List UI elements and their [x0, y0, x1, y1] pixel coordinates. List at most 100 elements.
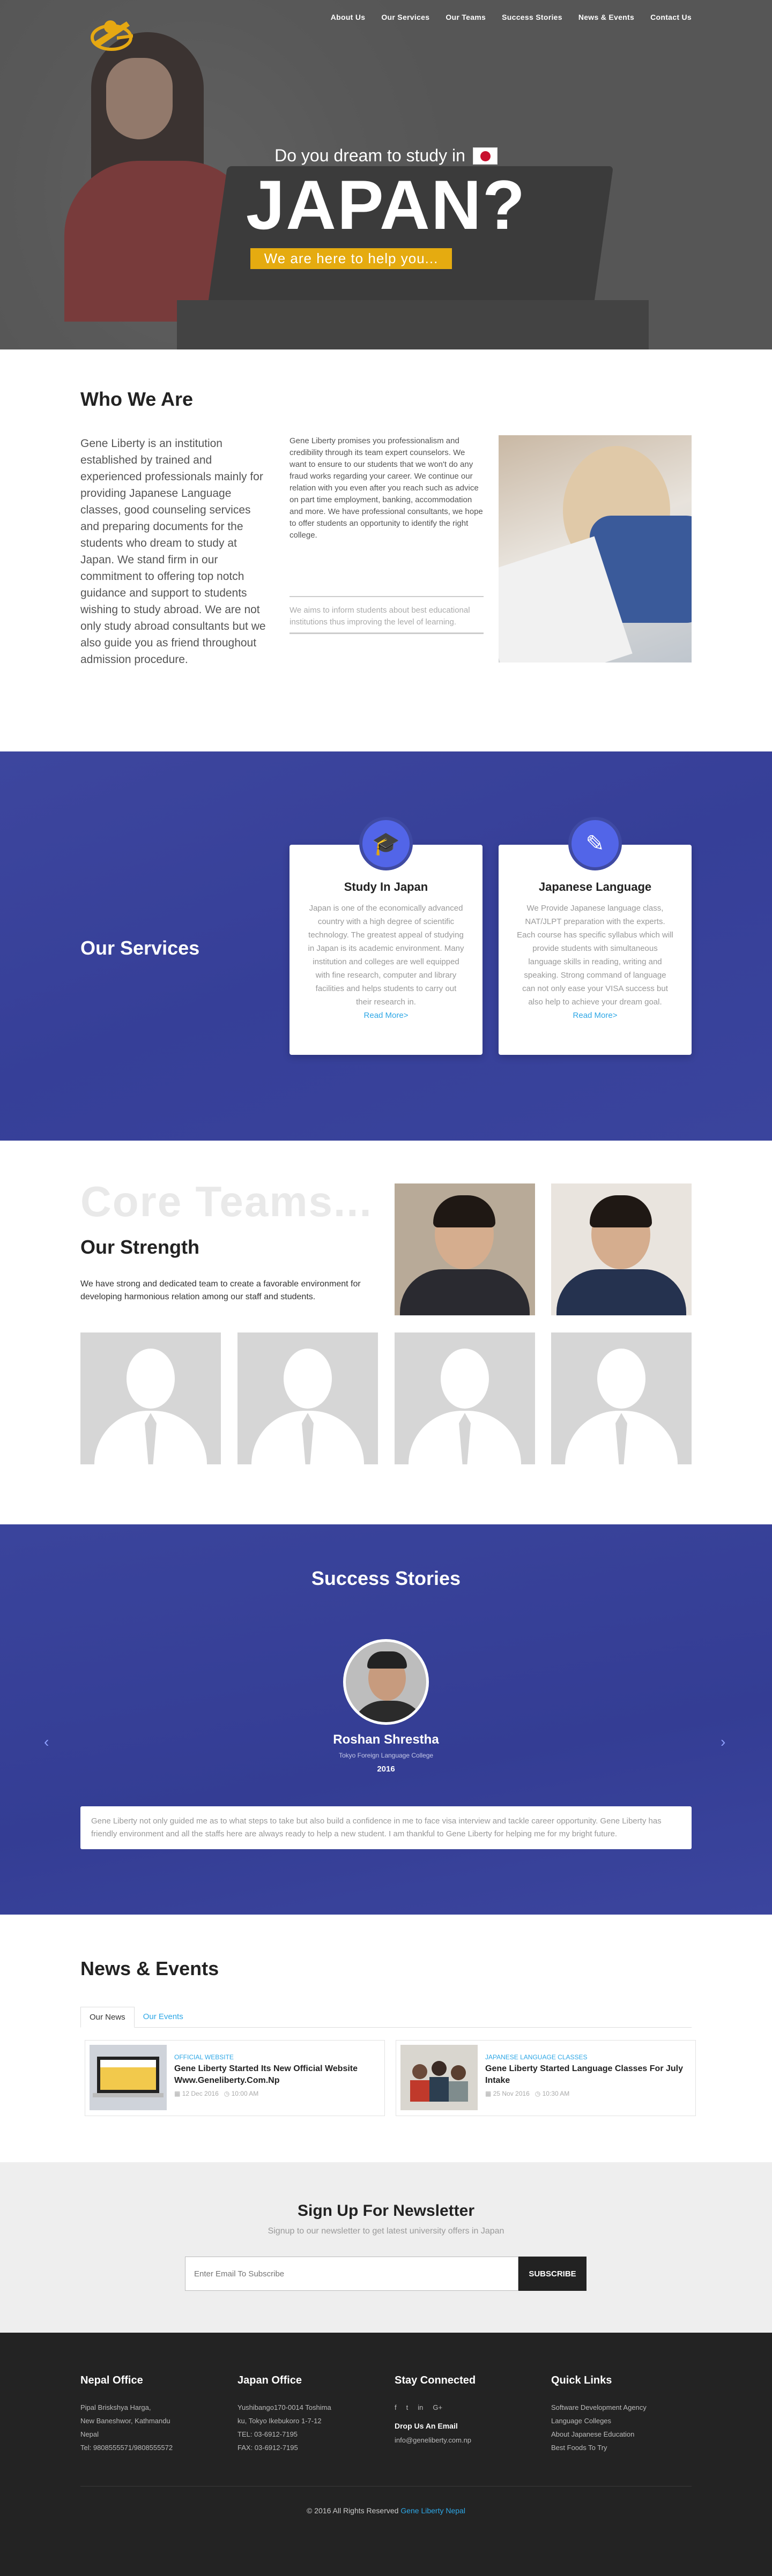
service-card-study: 🎓 Study In Japan Japan is one of the eco… — [290, 817, 482, 1055]
calendar-icon: ▦ — [174, 2090, 181, 2097]
google-plus-icon[interactable]: G+ — [433, 2401, 442, 2414]
carousel-next-icon[interactable]: › — [721, 1733, 725, 1751]
news-category: OFFICIAL WEBSITE — [174, 2053, 234, 2061]
tab-our-news[interactable]: Our News — [80, 2007, 135, 2028]
clock-icon: ◷ — [224, 2090, 230, 2097]
hero-text: Do you dream to study in JAPAN? We are h… — [0, 146, 772, 269]
footer: Nepal Office Pipal Briskshya Harga, New … — [0, 2333, 772, 2576]
nav-news-events[interactable]: News & Events — [578, 13, 634, 21]
read-more-link[interactable]: Read More> — [364, 1011, 409, 1020]
email-subscribe-input[interactable] — [185, 2257, 518, 2291]
nav-contact-us[interactable]: Contact Us — [650, 13, 692, 21]
footer-line: FAX: 03-6912-7195 — [237, 2444, 298, 2452]
footer-line: Yushibango170-0014 Toshima — [237, 2403, 331, 2411]
subscribe-button[interactable]: SUBSCRIBE — [518, 2257, 587, 2291]
hero-headline: JAPAN? — [246, 166, 526, 244]
footer-line: Pipal Briskshya Harga, — [80, 2403, 151, 2411]
copyright-brand-link[interactable]: Gene Liberty Nepal — [400, 2506, 465, 2515]
testimonial-text: Gene Liberty not only guided me as to wh… — [80, 1806, 692, 1849]
news-card[interactable]: OFFICIAL WEBSITE Gene Liberty Started It… — [85, 2040, 385, 2116]
footer-email-link[interactable]: info@geneliberty.com.np — [395, 2433, 529, 2447]
core-teams-watermark: Core Teams... — [80, 1178, 373, 1225]
team-member-photo — [395, 1183, 535, 1315]
linkedin-icon[interactable]: in — [418, 2401, 423, 2414]
news-category: JAPANESE LANGUAGE CLASSES — [485, 2053, 588, 2061]
team-placeholder-avatar — [395, 1332, 535, 1464]
footer-heading: Stay Connected — [395, 2374, 476, 2386]
quick-link[interactable]: About Japanese Education — [551, 2428, 685, 2441]
newsletter-title: Sign Up For Newsletter — [297, 2202, 475, 2220]
footer-connect: Stay Connected f t in G+ Drop Us An Emai… — [395, 2374, 529, 2447]
footer-line: New Baneshwor, Kathmandu — [80, 2417, 170, 2425]
footer-line: Tel: 9808555571/9808555572 — [80, 2444, 173, 2452]
carousel-prev-icon[interactable]: ‹ — [44, 1733, 49, 1751]
team-placeholder-avatar — [237, 1332, 378, 1464]
clock-icon: ◷ — [535, 2090, 541, 2097]
read-more-link[interactable]: Read More> — [573, 1011, 618, 1020]
news-card[interactable]: JAPANESE LANGUAGE CLASSES Gene Liberty S… — [396, 2040, 696, 2116]
quick-link[interactable]: Best Foods To Try — [551, 2441, 685, 2454]
twitter-icon[interactable]: t — [406, 2401, 409, 2414]
graduation-cap-icon: 🎓 — [359, 817, 413, 870]
news-headline[interactable]: Gene Liberty Started Its New Official We… — [174, 2063, 378, 2087]
news-section: News & Events Our News Our Events OFFICI… — [0, 1915, 772, 2162]
facebook-icon[interactable]: f — [395, 2401, 397, 2414]
services-title: Our Services — [80, 937, 200, 959]
team-member-photo — [551, 1183, 692, 1315]
nav-our-teams[interactable]: Our Teams — [446, 13, 486, 21]
hero-dream-line: Do you dream to study in — [274, 146, 498, 166]
who-body: Gene Liberty promises you professionalis… — [290, 436, 483, 540]
nav-our-services[interactable]: Our Services — [381, 13, 429, 21]
team-placeholder-avatar — [551, 1332, 692, 1464]
strength-text: We have strong and dedicated team to cre… — [80, 1279, 361, 1301]
newsletter-section: Sign Up For Newsletter Signup to our new… — [0, 2162, 772, 2333]
success-title: Success Stories — [311, 1567, 461, 1589]
news-time: 10:30 AM — [542, 2090, 570, 2097]
logo-icon[interactable] — [84, 11, 137, 55]
student-avatar — [343, 1639, 429, 1725]
news-tabs: Our News Our Events — [80, 2007, 692, 2028]
newsletter-subtitle: Signup to our newsletter to get latest u… — [268, 2227, 504, 2236]
strength-title: Our Strength — [80, 1236, 199, 1258]
footer-japan-office: Japan Office Yushibango170-0014 Toshima … — [237, 2374, 372, 2454]
footer-line: TEL: 03-6912-7195 — [237, 2430, 298, 2438]
news-meta: ▦ 12 Dec 2016 ◷ 10:00 AM — [174, 2090, 378, 2097]
main-nav: About Us Our Services Our Teams Success … — [331, 13, 692, 21]
footer-nepal-office: Nepal Office Pipal Briskshya Harga, New … — [80, 2374, 214, 2454]
who-quote: We aims to inform students about best ed… — [290, 596, 484, 634]
drop-email-label: Drop Us An Email — [395, 2422, 458, 2430]
nav-about-us[interactable]: About Us — [331, 13, 366, 21]
copyright-text: © 2016 All Rights Reserved — [307, 2506, 399, 2515]
calendar-icon: ▦ — [485, 2090, 492, 2097]
footer-line: ku, Tokyo Ikebukoro 1-7-12 — [237, 2417, 322, 2425]
service-title: Study In Japan — [344, 880, 428, 894]
footer-heading: Quick Links — [551, 2374, 612, 2386]
news-date: 25 Nov 2016 — [493, 2090, 530, 2097]
hero-section: About Us Our Services Our Teams Success … — [0, 0, 772, 349]
footer-quick-links: Quick Links Software Development Agency … — [551, 2374, 685, 2454]
quick-link[interactable]: Software Development Agency — [551, 2401, 685, 2414]
news-headline[interactable]: Gene Liberty Started Language Classes Fo… — [485, 2063, 689, 2087]
success-section: Success Stories Roshan Shrestha Tokyo Fo… — [0, 1524, 772, 1915]
quick-link[interactable]: Language Colleges — [551, 2414, 685, 2428]
team-placeholder-avatar — [80, 1332, 221, 1464]
student-year: 2016 — [377, 1765, 395, 1774]
who-intro: Gene Liberty is an institution establish… — [80, 437, 266, 666]
service-text: Japan is one of the economically advance… — [308, 904, 464, 1007]
nav-success-stories[interactable]: Success Stories — [502, 13, 562, 21]
service-text: We Provide Japanese language class, NAT/… — [517, 904, 673, 1007]
news-title: News & Events — [80, 1957, 219, 1979]
tab-our-events[interactable]: Our Events — [135, 2007, 192, 2027]
hero-dream-text: Do you dream to study in — [274, 146, 465, 165]
who-title: Who We Are — [80, 388, 194, 410]
services-section: Our Services 🎓 Study In Japan Japan is o… — [0, 751, 772, 1141]
service-card-language: ✎ Japanese Language We Provide Japanese … — [499, 817, 692, 1055]
who-photo — [499, 435, 692, 662]
copyright: © 2016 All Rights Reserved Gene Liberty … — [0, 2506, 772, 2515]
student-name: Roshan Shrestha — [333, 1732, 439, 1747]
footer-heading: Nepal Office — [80, 2374, 143, 2386]
news-thumbnail — [90, 2045, 167, 2110]
news-date: 12 Dec 2016 — [182, 2090, 219, 2097]
japan-flag-icon — [472, 147, 498, 165]
social-links: f t in G+ — [395, 2401, 529, 2414]
